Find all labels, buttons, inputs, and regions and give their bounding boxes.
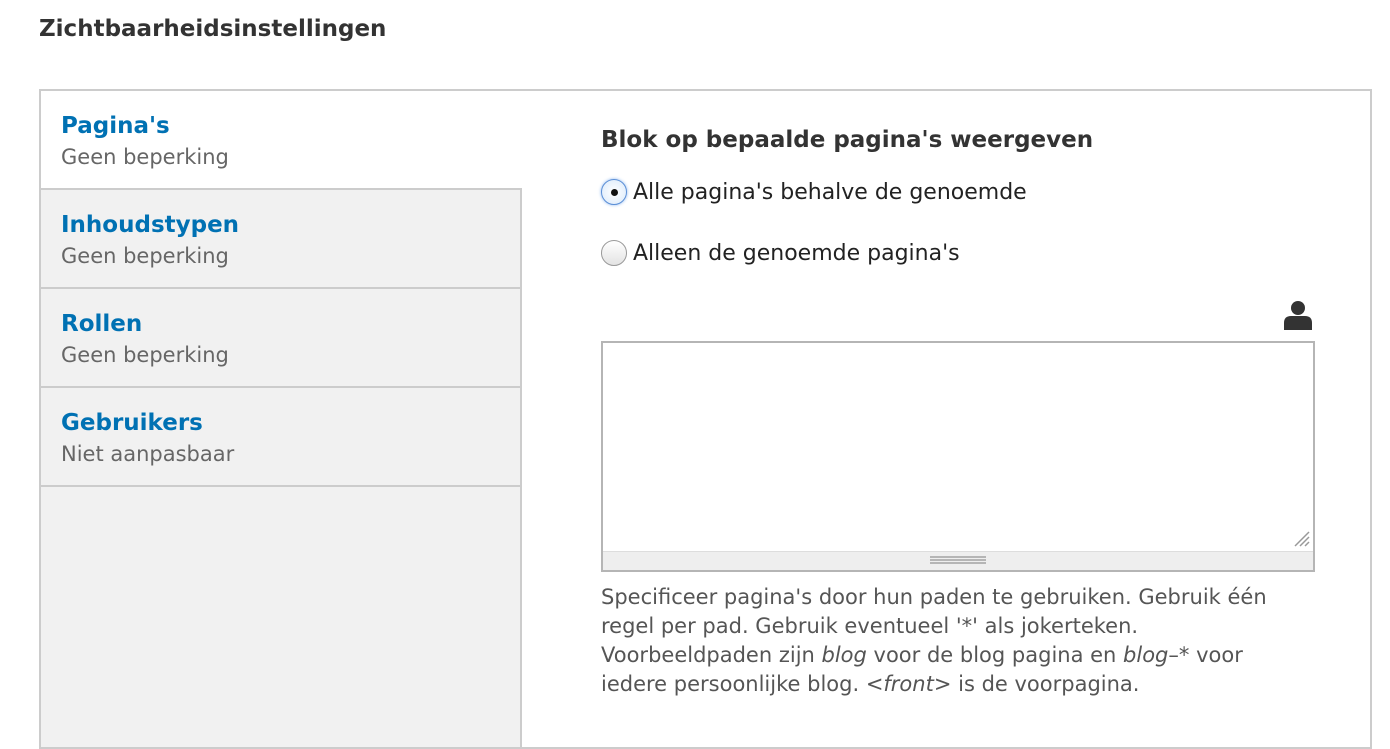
- description-example: blog: [821, 643, 867, 667]
- vertical-tab-summary: Geen beperking: [61, 244, 229, 268]
- section-title: Zichtbaarheidsinstellingen: [39, 16, 387, 42]
- vertical-tab-title[interactable]: Gebruikers: [61, 408, 520, 438]
- vertical-tab-content-types[interactable]: Inhoudstypen Geen beperking: [41, 190, 520, 289]
- textarea-grippie[interactable]: [603, 551, 1313, 570]
- vertical-tab-title[interactable]: Rollen: [61, 309, 520, 339]
- vertical-tab-title[interactable]: Pagina's: [61, 111, 522, 141]
- radio-label[interactable]: Alleen de genoemde pagina's: [633, 241, 960, 266]
- resize-handle-icon[interactable]: [1292, 529, 1310, 547]
- pages-description: Specificeer pagina's door hun paden te g…: [601, 583, 1315, 699]
- radio-button-checked[interactable]: [601, 179, 627, 205]
- vertical-tabs: Pagina's Geen beperking Inhoudstypen Gee…: [39, 89, 1372, 749]
- user-icon[interactable]: [1283, 299, 1313, 331]
- grippie-lines-icon: [930, 556, 986, 564]
- vertical-tab-title[interactable]: Inhoudstypen: [61, 210, 520, 240]
- vertical-tabs-menu: Pagina's Geen beperking Inhoudstypen Gee…: [41, 91, 522, 747]
- vertical-tab-roles[interactable]: Rollen Geen beperking: [41, 289, 520, 388]
- vertical-tab-users[interactable]: Gebruikers Niet aanpasbaar: [41, 388, 520, 487]
- vertical-tab-summary: Geen beperking: [61, 145, 229, 169]
- radio-all-pages-except-listed[interactable]: Alle pagina's behalve de genoemde: [601, 179, 1027, 205]
- description-example: <front>: [865, 672, 952, 696]
- vertical-tab-pages[interactable]: Pagina's Geen beperking: [41, 91, 522, 190]
- vertical-tab-summary: Niet aanpasbaar: [61, 442, 235, 466]
- radio-button-unchecked[interactable]: [601, 240, 627, 266]
- description-example: blog: [1123, 643, 1169, 667]
- pages-pane-heading: Blok op bepaalde pagina's weergeven: [601, 127, 1094, 153]
- pages-textarea-wrapper: [601, 341, 1315, 572]
- description-text: is de voorpagina.: [951, 672, 1140, 696]
- radio-only-listed-pages[interactable]: Alleen de genoemde pagina's: [601, 240, 960, 266]
- description-text: voor de blog pagina en: [866, 643, 1124, 667]
- vertical-tab-summary: Geen beperking: [61, 343, 229, 367]
- pages-textarea[interactable]: [603, 343, 1313, 551]
- radio-label[interactable]: Alle pagina's behalve de genoemde: [633, 180, 1027, 205]
